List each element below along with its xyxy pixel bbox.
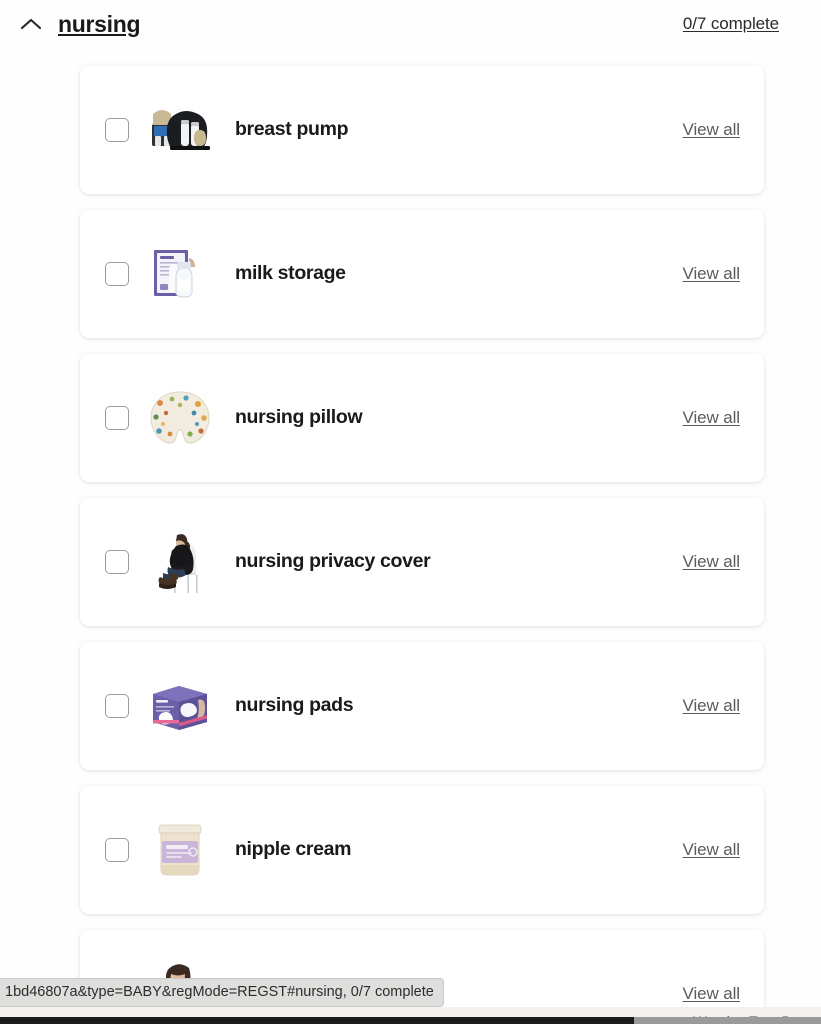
browser-status-bar: 1bd46807a&type=BABY&regMode=REGST#nursin…: [0, 977, 444, 1007]
view-all-link[interactable]: View all: [683, 408, 741, 428]
milk-storage-thumbnail: [147, 241, 213, 307]
item-checkbox[interactable]: [105, 694, 129, 718]
view-all-link[interactable]: View all: [683, 696, 741, 716]
item-label: nursing privacy cover: [235, 550, 431, 573]
section-header: nursing 0/7 complete: [0, 0, 821, 48]
list-item[interactable]: nursing privacy cover View all: [80, 498, 764, 626]
list-item[interactable]: nursing pillow View all: [80, 354, 764, 482]
view-all-link[interactable]: View all: [683, 264, 741, 284]
checklist-items: breast pump View all milk storage View a…: [0, 48, 821, 1024]
item-label: breast pump: [235, 118, 349, 141]
view-all-link[interactable]: View all: [683, 984, 741, 1004]
item-label: milk storage: [235, 262, 346, 285]
breast-pump-thumbnail: [147, 97, 213, 163]
item-checkbox[interactable]: [105, 118, 129, 142]
nursing-privacy-cover-thumbnail: [147, 529, 213, 595]
nursing-pads-thumbnail: [147, 673, 213, 739]
section-header-left: nursing: [18, 11, 141, 37]
bottom-edge-strip: Wooden Toys B: [0, 1007, 821, 1024]
item-checkbox[interactable]: [105, 838, 129, 862]
item-label: nursing pillow: [235, 406, 363, 429]
registry-checklist-page: nursing 0/7 complete breast pump View al…: [0, 0, 821, 1024]
item-checkbox[interactable]: [105, 550, 129, 574]
chevron-up-icon[interactable]: [18, 11, 44, 37]
nursing-pillow-thumbnail: [147, 385, 213, 451]
view-all-link[interactable]: View all: [683, 840, 741, 860]
item-label: nipple cream: [235, 838, 352, 861]
list-item[interactable]: breast pump View all: [80, 66, 764, 194]
item-checkbox[interactable]: [105, 406, 129, 430]
bottom-strip-right: [634, 1017, 821, 1024]
list-item[interactable]: nursing pads View all: [80, 642, 764, 770]
list-item[interactable]: nipple cream View all: [80, 786, 764, 914]
item-label: nursing pads: [235, 694, 354, 717]
list-item[interactable]: milk storage View all: [80, 210, 764, 338]
view-all-link[interactable]: View all: [683, 120, 741, 140]
item-checkbox[interactable]: [105, 262, 129, 286]
completion-status-link[interactable]: 0/7 complete: [683, 14, 779, 34]
page-title[interactable]: nursing: [58, 12, 141, 36]
nipple-cream-thumbnail: [147, 817, 213, 883]
view-all-link[interactable]: View all: [683, 552, 741, 572]
bottom-strip-dark: [0, 1017, 634, 1024]
